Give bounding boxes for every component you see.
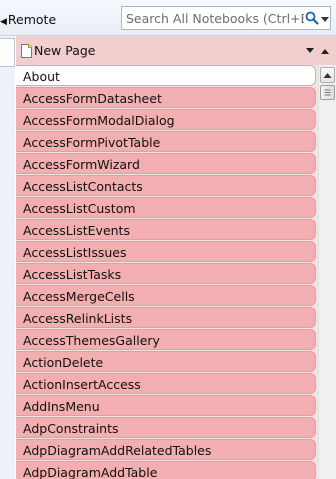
page-tab[interactable]: AccessListEvents: [16, 219, 316, 240]
page-tab[interactable]: AccessFormPivotTable: [16, 131, 316, 152]
chevron-down-icon[interactable]: [321, 15, 329, 23]
page-tab[interactable]: AccessFormModalDialog: [16, 109, 316, 130]
page-tab[interactable]: AccessFormWizard: [16, 153, 316, 174]
page-tab[interactable]: AccessListTasks: [16, 263, 316, 284]
remote-label: Remote: [7, 12, 57, 27]
toolbar: ◀Remote: [0, 0, 336, 36]
page-icon: [21, 44, 32, 58]
scroll-thumb[interactable]: [320, 85, 335, 100]
triangle-up-icon: [323, 73, 332, 78]
page-tab[interactable]: ActionInsertAccess: [16, 373, 316, 394]
new-page-button[interactable]: New Page: [21, 42, 96, 60]
chevron-left-icon: ◀: [0, 17, 7, 27]
page-tab[interactable]: AccessMergeCells: [16, 285, 316, 306]
scroll-up-button[interactable]: [320, 67, 335, 83]
page-tab[interactable]: AddInsMenu: [16, 395, 316, 416]
search-box[interactable]: [121, 6, 331, 30]
page-tab[interactable]: AdpDiagramAddTable: [16, 461, 316, 479]
grip-icon: [324, 89, 331, 96]
chevron-down-icon[interactable]: [306, 48, 314, 54]
page-tab[interactable]: AccessFormDatasheet: [16, 87, 316, 108]
page-tab[interactable]: AccessListCustom: [16, 197, 316, 218]
search-input[interactable]: [122, 7, 304, 29]
vertical-scrollbar[interactable]: [318, 65, 336, 479]
page-tab[interactable]: AccessListContacts: [16, 175, 316, 196]
page-tabs-header: New Page: [16, 36, 336, 65]
notebook-strip: [0, 36, 15, 479]
page-tab[interactable]: AdpConstraints: [16, 417, 316, 438]
page-tabs-panel: New Page About AccessFormDatasheet AccessF…: [16, 36, 336, 479]
notebook-tab[interactable]: [0, 38, 15, 67]
remote-link[interactable]: ◀Remote: [0, 11, 56, 29]
page-tab[interactable]: AccessListIssues: [16, 241, 316, 262]
page-tab[interactable]: AccessThemesGallery: [16, 329, 316, 350]
page-tab[interactable]: AccessRelinkLists: [16, 307, 316, 328]
scroll-up-icon[interactable]: [321, 48, 329, 54]
page-tab[interactable]: AdpDiagramAddRelatedTables: [16, 439, 316, 460]
page-tab[interactable]: ActionDelete: [16, 351, 316, 372]
page-tab-selected[interactable]: About: [16, 65, 316, 86]
search-icon[interactable]: [305, 11, 319, 25]
new-page-label: New Page: [34, 43, 96, 58]
page-list: About AccessFormDatasheet AccessFormModalD…: [16, 65, 316, 479]
